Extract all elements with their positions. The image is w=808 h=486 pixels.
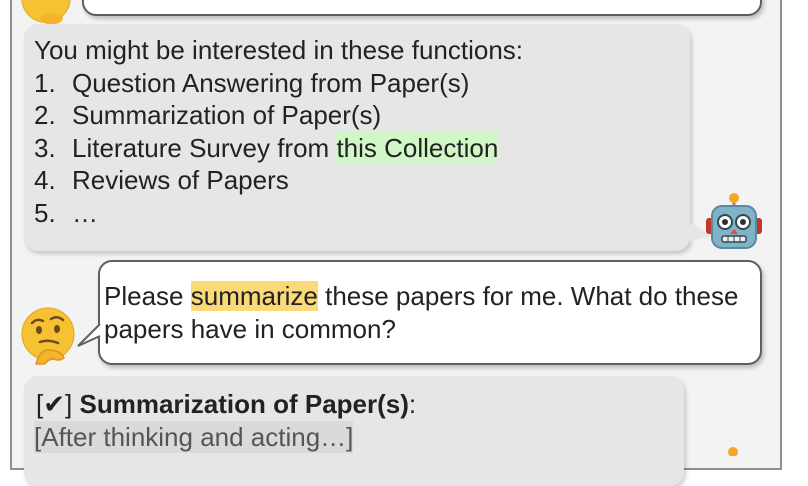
status-text: [After thinking and acting…] — [34, 420, 354, 453]
function-item-2[interactable]: 2. Summarization of Paper(s) — [34, 99, 678, 132]
list-number: 1. — [34, 67, 56, 98]
user-message: Please summarize these papers for me. Wh… — [98, 260, 762, 365]
robot-face-icon — [706, 193, 762, 249]
function-label: Literature Survey from — [72, 132, 337, 163]
user-message-text-before: Please — [104, 281, 191, 311]
check-bracket-close: ] — [65, 389, 73, 419]
function-name: Summarization of Paper(s) — [79, 389, 409, 419]
function-item-3[interactable]: 3. Literature Survey from this Collectio… — [34, 131, 678, 164]
list-number: 2. — [34, 100, 56, 130]
function-label: Question Answering from Paper(s) — [72, 67, 470, 98]
list-number: 5. — [34, 197, 56, 228]
function-item-5: 5. … — [34, 197, 678, 230]
list-number: 4. — [34, 165, 56, 195]
thinking-face-icon — [21, 307, 75, 365]
function-heading: [✔] Summarization of Paper(s): — [36, 388, 672, 421]
function-item-4[interactable]: 4. Reviews of Papers — [34, 164, 678, 197]
heading-colon: : — [408, 389, 417, 419]
summarize-highlight: summarize — [190, 281, 318, 311]
collection-highlight: this Collection — [336, 131, 499, 164]
functions-intro: You might be interested in these functio… — [34, 35, 524, 65]
check-mark-icon: ✔ — [43, 389, 66, 419]
function-label: … — [72, 197, 98, 228]
function-item-1[interactable]: 1. Question Answering from Paper(s) — [34, 67, 678, 100]
previous-user-message — [82, 0, 762, 16]
bot-message-summarization: [✔] Summarization of Paper(s): [After th… — [24, 376, 684, 486]
robot-face-icon — [728, 447, 738, 456]
user-bubble-tail — [77, 323, 101, 347]
function-label: Reviews of Papers — [72, 165, 289, 195]
bot-message-functions: You might be interested in these functio… — [24, 24, 690, 251]
list-number: 3. — [34, 132, 56, 163]
function-label: Summarization of Paper(s) — [72, 100, 382, 130]
